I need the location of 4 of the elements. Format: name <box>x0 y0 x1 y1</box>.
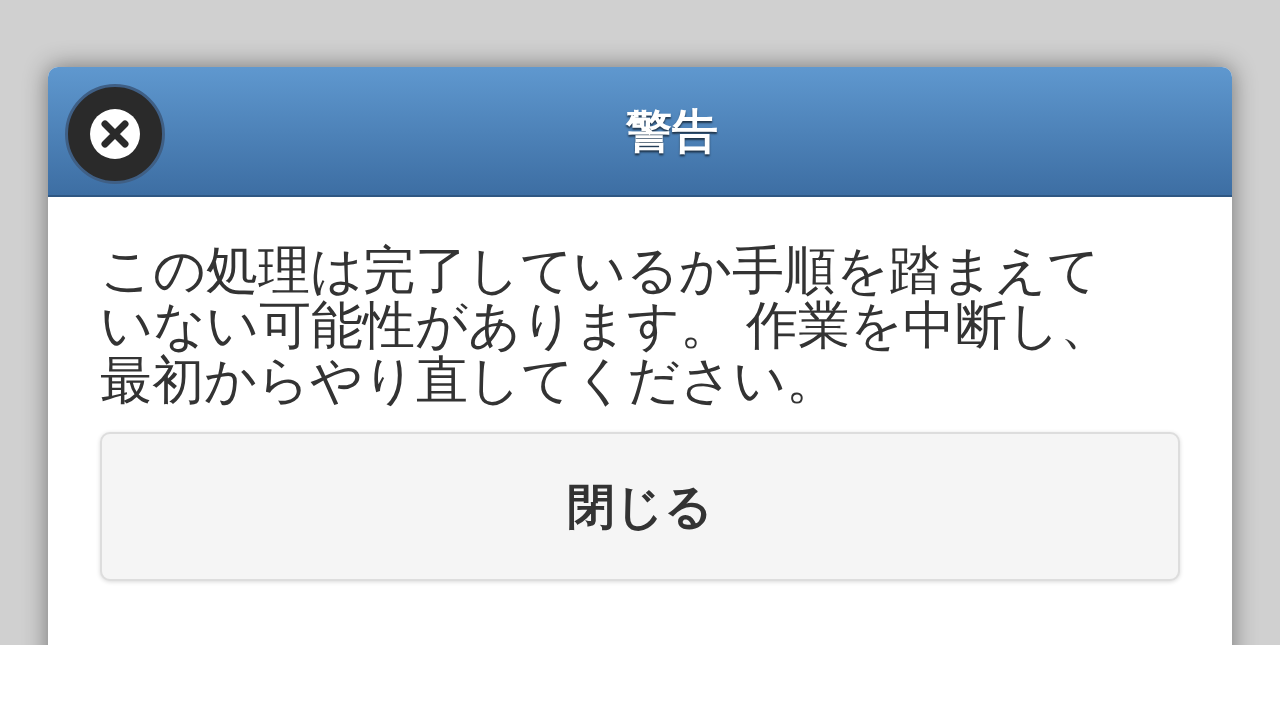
close-dialog-button[interactable]: 閉じる <box>100 432 1180 581</box>
dialog-title: 警告 <box>626 103 718 159</box>
dialog-message: この処理は完了しているか手順を踏まえていない可能性があります。 作業を中断し、最初からやり直してください。 <box>100 243 1114 408</box>
close-icon <box>90 109 140 159</box>
